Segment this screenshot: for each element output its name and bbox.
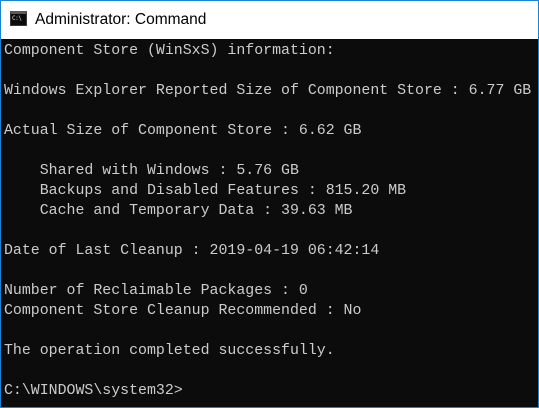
window-title: Administrator: Command — [35, 11, 207, 28]
console-line: Cache and Temporary Data : 39.63 MB — [4, 203, 353, 219]
console-output[interactable]: Component Store (WinSxS) information: Wi… — [1, 39, 538, 407]
console-line: Component Store (WinSxS) information: — [4, 43, 335, 59]
console-line: Backups and Disabled Features : 815.20 M… — [4, 183, 407, 199]
command-prompt[interactable]: C:\WINDOWS\system32> — [4, 381, 183, 401]
cmd-icon-label: C:\ — [12, 15, 22, 22]
console-line: Number of Reclaimable Packages : 0 — [4, 283, 308, 299]
console-line: The operation completed successfully. — [4, 343, 335, 359]
console-line: Date of Last Cleanup : 2019-04-19 06:42:… — [4, 243, 380, 259]
cmd-icon[interactable]: C:\ — [10, 11, 27, 26]
title-bar[interactable]: C:\ Administrator: Command — [1, 1, 538, 39]
console-line: Actual Size of Component Store : 6.62 GB — [4, 123, 362, 139]
console-line: Component Store Cleanup Recommended : No — [4, 303, 362, 319]
console-line: Shared with Windows : 5.76 GB — [4, 163, 299, 179]
console-line: Windows Explorer Reported Size of Compon… — [4, 83, 532, 99]
command-prompt-window: C:\ Administrator: Command Component Sto… — [0, 0, 539, 408]
